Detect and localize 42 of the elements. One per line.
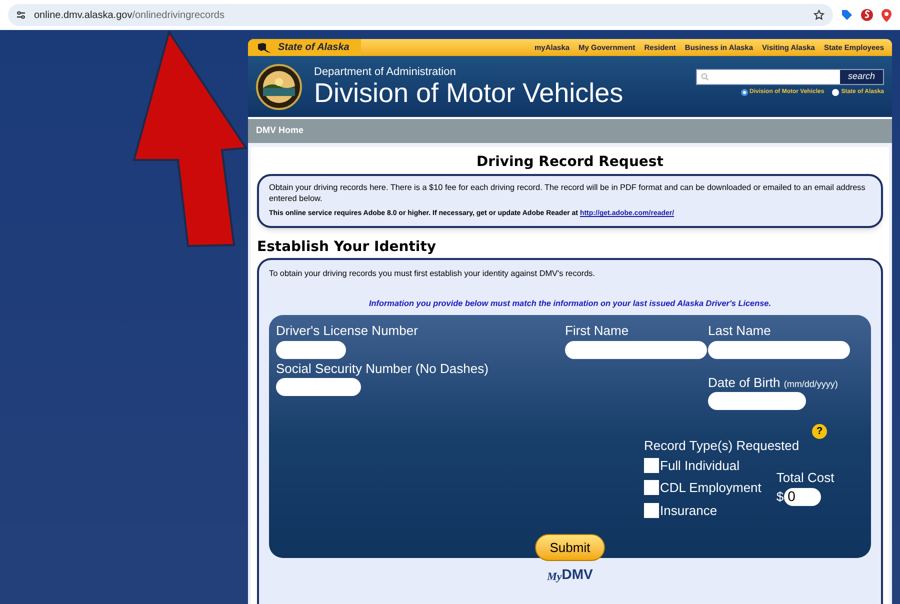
identity-intro: To obtain your driving records you must first establish your identity against DMV's records. bbox=[269, 268, 596, 280]
help-icon[interactable]: ? bbox=[812, 424, 827, 440]
section-heading: Establish Your Identity bbox=[257, 238, 438, 256]
record-checkbox[interactable] bbox=[644, 480, 659, 496]
record-types-label: Record Type(s) Requested bbox=[644, 437, 800, 456]
record-checkbox[interactable] bbox=[644, 502, 659, 518]
field-label: First Name bbox=[565, 322, 630, 340]
first-name-field[interactable] bbox=[565, 340, 707, 359]
search-field[interactable]: search bbox=[696, 69, 884, 85]
site-settings-icon[interactable] bbox=[16, 10, 26, 20]
total-cost-label: Total Cost bbox=[776, 468, 834, 487]
search-button[interactable]: search bbox=[840, 70, 883, 84]
total-cost-field[interactable]: 0 bbox=[784, 488, 821, 506]
department-name: Department of Administration bbox=[314, 66, 457, 78]
record-type-label: CDL Employment bbox=[660, 479, 762, 498]
currency-symbol: $ bbox=[776, 488, 784, 506]
field-label: Last Name bbox=[708, 322, 772, 340]
location-pin-icon[interactable] bbox=[881, 8, 892, 22]
page-title: Driving Record Request bbox=[476, 153, 664, 172]
record-checkbox[interactable] bbox=[644, 458, 659, 473]
field-label: Social Security Number (No Dashes) bbox=[276, 360, 490, 378]
info-text: Obtain your driving records here. There is a $10 fee for each driving record. The record will be in PDF format and can be downloaded or emailed to an email address entered below. bbox=[269, 182, 866, 204]
dob-field[interactable] bbox=[708, 392, 806, 410]
license-field[interactable] bbox=[276, 340, 346, 359]
identity-notice: Information you provide below must match the information on your last issued Alaska Driver's License. bbox=[368, 298, 772, 310]
division-title: Division of Motor Vehicles bbox=[314, 80, 624, 106]
extension-icon[interactable] bbox=[861, 9, 873, 21]
mydmv-logo: MyDMV bbox=[547, 565, 593, 585]
field-label: Date of Birth (mm/dd/yyyy) bbox=[708, 374, 839, 392]
field-label: Driver's License Number bbox=[276, 322, 419, 340]
state-seal-icon bbox=[256, 64, 302, 110]
submit-button[interactable]: Submit bbox=[534, 534, 606, 562]
tag-icon[interactable] bbox=[841, 9, 853, 21]
ssn-field[interactable] bbox=[276, 378, 361, 396]
address-bar[interactable]: online.dmv.alaska.gov/onlinedrivingrecords bbox=[8, 4, 833, 26]
scope-radio[interactable] bbox=[740, 89, 748, 96]
star-icon[interactable] bbox=[813, 9, 825, 21]
record-type-label: Full Individual bbox=[660, 456, 740, 475]
record-type-label: Insurance bbox=[660, 502, 718, 520]
last-name-field[interactable] bbox=[708, 340, 850, 359]
search-icon bbox=[701, 73, 709, 81]
url-text: online.dmv.alaska.gov/onlinedrivingrecords bbox=[34, 8, 226, 22]
